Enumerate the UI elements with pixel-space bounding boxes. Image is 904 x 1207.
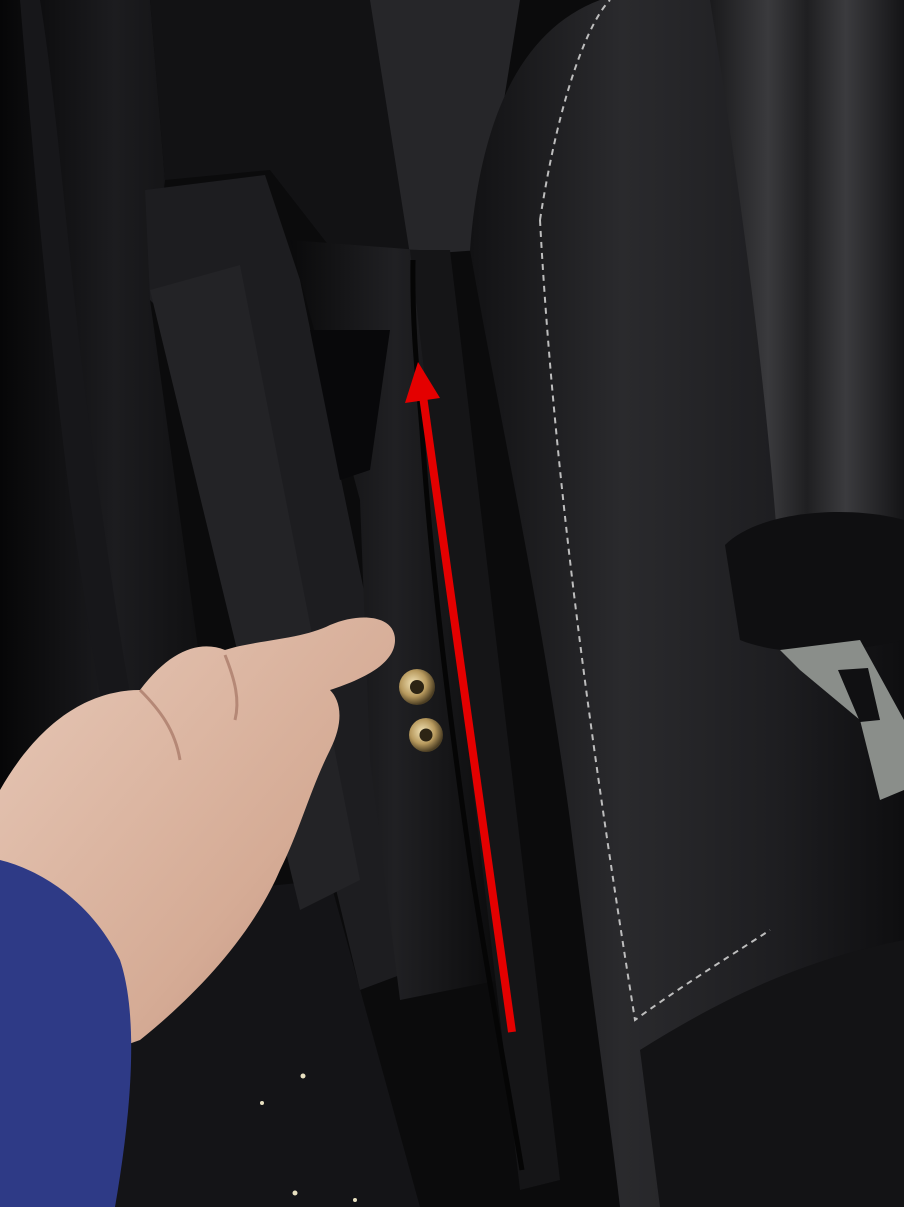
photo-scene (0, 0, 904, 1207)
floor-light (292, 1190, 298, 1196)
seatbelt-buckle (725, 512, 904, 652)
bolt-center (419, 728, 433, 742)
floor-light (353, 1198, 357, 1202)
floor-light (260, 1101, 264, 1105)
bolt-center (410, 680, 424, 694)
floor-light (300, 1073, 306, 1079)
